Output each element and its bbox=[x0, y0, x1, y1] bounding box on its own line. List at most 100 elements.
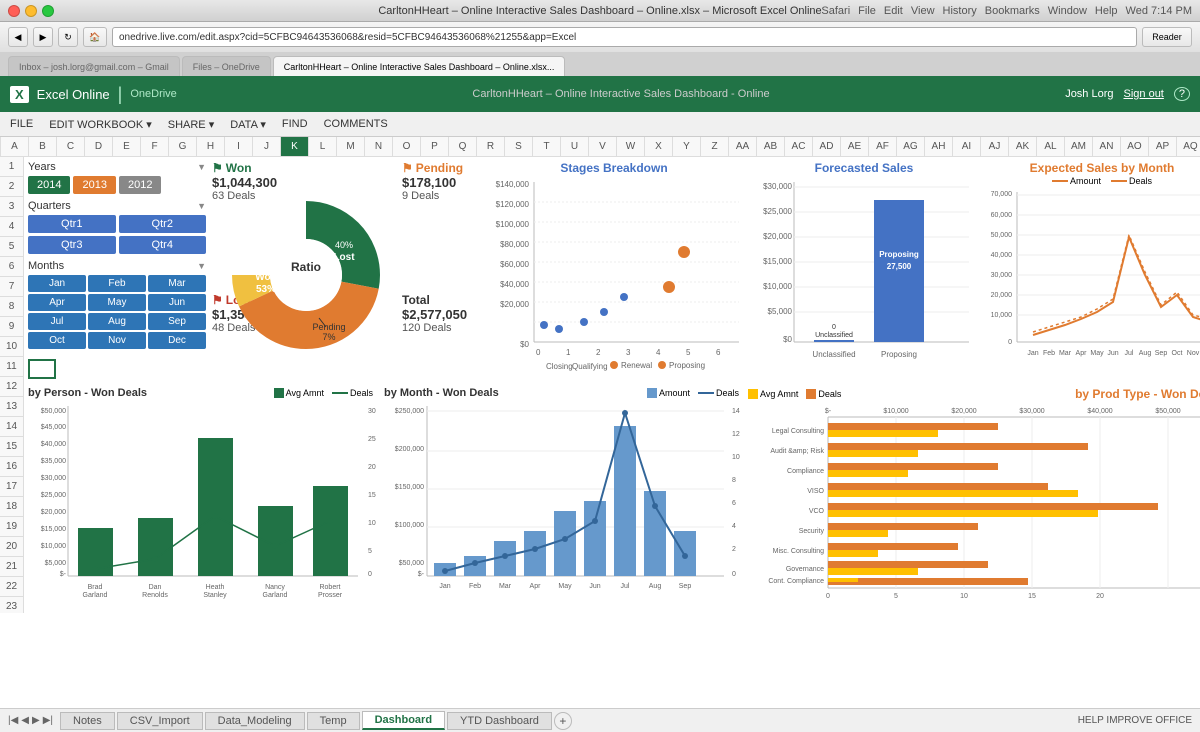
months-funnel-icon[interactable]: ▼ bbox=[197, 261, 206, 271]
year-2014-btn[interactable]: 2014 bbox=[28, 176, 70, 194]
row-15[interactable]: 15 bbox=[0, 437, 23, 457]
col-V[interactable]: V bbox=[589, 137, 617, 157]
tab-notes[interactable]: Notes bbox=[60, 712, 115, 730]
qtr1-btn[interactable]: Qtr1 bbox=[28, 215, 116, 233]
row-3[interactable]: 3 bbox=[0, 197, 23, 217]
help-button[interactable]: ? bbox=[1174, 87, 1190, 101]
first-tab-btn[interactable]: |◀ bbox=[8, 715, 18, 726]
month-dec-btn[interactable]: Dec bbox=[148, 332, 206, 349]
col-F[interactable]: F bbox=[141, 137, 169, 157]
browser-tab-gmail[interactable]: Inbox – josh.lorg@gmail.com – Gmail bbox=[8, 56, 180, 76]
row-5[interactable]: 5 bbox=[0, 237, 23, 257]
col-H[interactable]: H bbox=[197, 137, 225, 157]
col-AJ[interactable]: AJ bbox=[981, 137, 1009, 157]
quarters-funnel-icon[interactable]: ▼ bbox=[197, 201, 206, 211]
share-ribbon[interactable]: SHARE ▾ bbox=[168, 118, 214, 131]
col-AM[interactable]: AM bbox=[1065, 137, 1093, 157]
month-apr-btn[interactable]: Apr bbox=[28, 294, 86, 311]
help-improve-label[interactable]: HELP IMPROVE OFFICE bbox=[1078, 715, 1192, 726]
reader-button[interactable]: Reader bbox=[1142, 27, 1192, 47]
window-menu[interactable]: Window bbox=[1048, 5, 1087, 17]
month-sep-btn[interactable]: Sep bbox=[148, 313, 206, 330]
forward-button[interactable]: ▶ bbox=[33, 27, 53, 47]
month-jul-btn[interactable]: Jul bbox=[28, 313, 86, 330]
bookmarks-menu[interactable]: Bookmarks bbox=[985, 5, 1040, 17]
row-10[interactable]: 10 bbox=[0, 337, 23, 357]
prev-tab-btn[interactable]: ◀ bbox=[21, 715, 29, 726]
col-AK[interactable]: AK bbox=[1009, 137, 1037, 157]
col-AH[interactable]: AH bbox=[925, 137, 953, 157]
col-X[interactable]: X bbox=[645, 137, 673, 157]
col-AA[interactable]: AA bbox=[729, 137, 757, 157]
col-AQ[interactable]: AQ bbox=[1177, 137, 1200, 157]
add-sheet-button[interactable]: + bbox=[554, 712, 572, 730]
col-AO[interactable]: AO bbox=[1121, 137, 1149, 157]
col-P[interactable]: P bbox=[421, 137, 449, 157]
col-J[interactable]: J bbox=[253, 137, 281, 157]
row-19[interactable]: 19 bbox=[0, 517, 23, 537]
row-1[interactable]: 1 bbox=[0, 157, 23, 177]
col-Q[interactable]: Q bbox=[449, 137, 477, 157]
row-23[interactable]: 23 bbox=[0, 597, 23, 613]
data-ribbon[interactable]: DATA ▾ bbox=[230, 118, 266, 131]
tab-csv-import[interactable]: CSV_Import bbox=[117, 712, 203, 730]
row-14[interactable]: 14 bbox=[0, 417, 23, 437]
back-button[interactable]: ◀ bbox=[8, 27, 28, 47]
view-menu[interactable]: View bbox=[911, 5, 935, 17]
year-2012-btn[interactable]: 2012 bbox=[119, 176, 161, 194]
col-AI[interactable]: AI bbox=[953, 137, 981, 157]
col-AL[interactable]: AL bbox=[1037, 137, 1065, 157]
col-AF[interactable]: AF bbox=[869, 137, 897, 157]
col-M[interactable]: M bbox=[337, 137, 365, 157]
col-AB[interactable]: AB bbox=[757, 137, 785, 157]
file-menu[interactable]: File bbox=[858, 5, 876, 17]
col-E[interactable]: E bbox=[113, 137, 141, 157]
home-button[interactable]: 🏠 bbox=[83, 27, 107, 47]
row-6[interactable]: 6 bbox=[0, 257, 23, 277]
col-AN[interactable]: AN bbox=[1093, 137, 1121, 157]
tab-data-modeling[interactable]: Data_Modeling bbox=[205, 712, 305, 730]
col-Y[interactable]: Y bbox=[673, 137, 701, 157]
col-I[interactable]: I bbox=[225, 137, 253, 157]
col-T[interactable]: T bbox=[533, 137, 561, 157]
help-menu[interactable]: Help bbox=[1095, 5, 1118, 17]
address-bar[interactable] bbox=[112, 27, 1137, 47]
col-K[interactable]: K bbox=[281, 137, 309, 157]
refresh-button[interactable]: ↻ bbox=[58, 27, 78, 47]
col-N[interactable]: N bbox=[365, 137, 393, 157]
month-feb-btn[interactable]: Feb bbox=[88, 275, 146, 292]
browser-tab-excel[interactable]: CarltonHHeart – Online Interactive Sales… bbox=[273, 56, 566, 76]
row-2[interactable]: 2 bbox=[0, 177, 23, 197]
month-may-btn[interactable]: May bbox=[88, 294, 146, 311]
tab-temp[interactable]: Temp bbox=[307, 712, 360, 730]
col-U[interactable]: U bbox=[561, 137, 589, 157]
row-7[interactable]: 7 bbox=[0, 277, 23, 297]
col-L[interactable]: L bbox=[309, 137, 337, 157]
edit-menu[interactable]: Edit bbox=[884, 5, 903, 17]
col-Z[interactable]: Z bbox=[701, 137, 729, 157]
col-D[interactable]: D bbox=[85, 137, 113, 157]
row-11[interactable]: 11 bbox=[0, 357, 23, 377]
tab-ytd-dashboard[interactable]: YTD Dashboard bbox=[447, 712, 552, 730]
col-G[interactable]: G bbox=[169, 137, 197, 157]
row-8[interactable]: 8 bbox=[0, 297, 23, 317]
month-aug-btn[interactable]: Aug bbox=[88, 313, 146, 330]
col-AP[interactable]: AP bbox=[1149, 137, 1177, 157]
qtr2-btn[interactable]: Qtr2 bbox=[119, 215, 207, 233]
col-B[interactable]: B bbox=[29, 137, 57, 157]
month-oct-btn[interactable]: Oct bbox=[28, 332, 86, 349]
last-tab-btn[interactable]: ▶| bbox=[43, 715, 53, 726]
col-A[interactable]: A bbox=[1, 137, 29, 157]
sign-out-button[interactable]: Sign out bbox=[1124, 88, 1164, 100]
browser-tab-onedrive[interactable]: Files – OneDrive bbox=[182, 56, 271, 76]
years-funnel-icon[interactable]: ▼ bbox=[197, 162, 206, 172]
year-2013-btn[interactable]: 2013 bbox=[73, 176, 115, 194]
month-jan-btn[interactable]: Jan bbox=[28, 275, 86, 292]
tab-dashboard[interactable]: Dashboard bbox=[362, 711, 445, 730]
row-18[interactable]: 18 bbox=[0, 497, 23, 517]
row-12[interactable]: 12 bbox=[0, 377, 23, 397]
col-W[interactable]: W bbox=[617, 137, 645, 157]
row-20[interactable]: 20 bbox=[0, 537, 23, 557]
row-13[interactable]: 13 bbox=[0, 397, 23, 417]
month-jun-btn[interactable]: Jun bbox=[148, 294, 206, 311]
